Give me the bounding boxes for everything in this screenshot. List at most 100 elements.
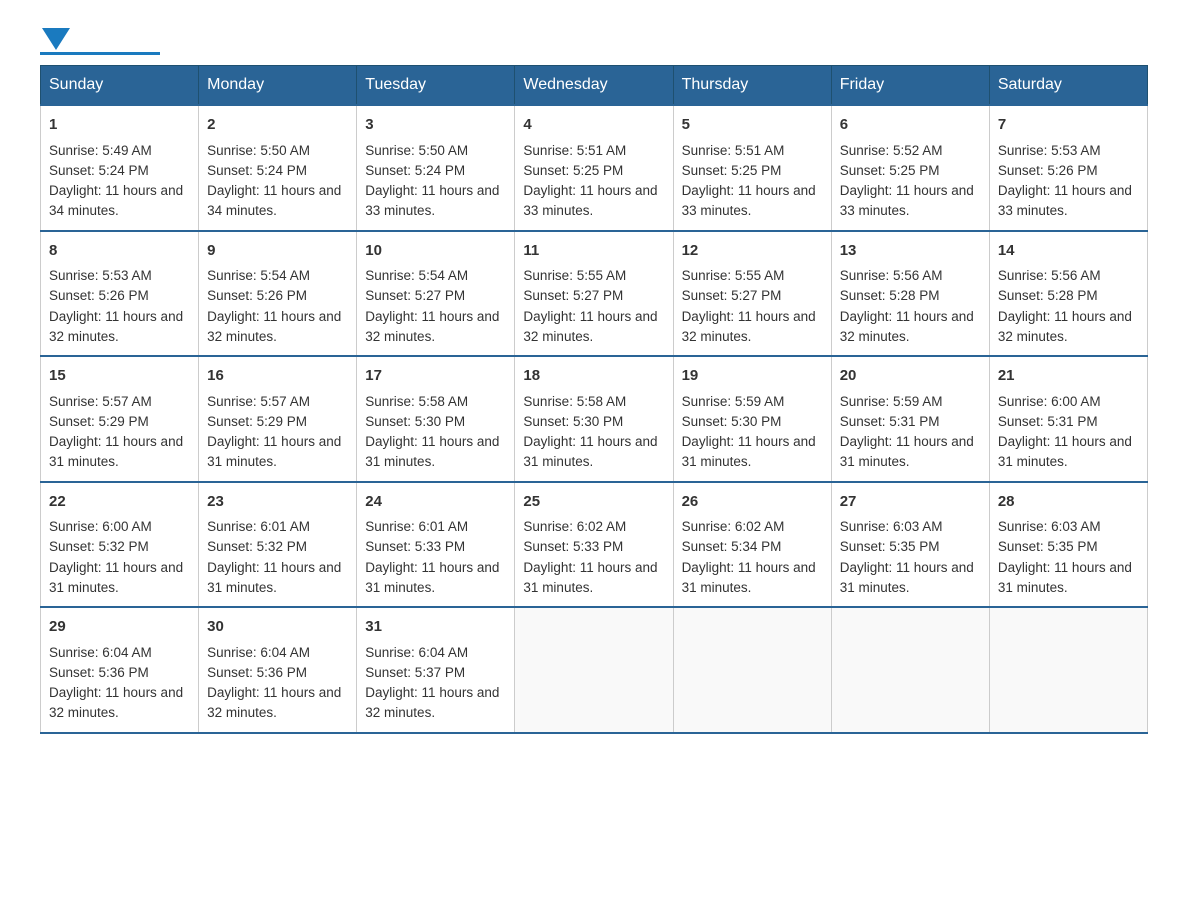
- calendar-week-row: 22 Sunrise: 6:00 AM Sunset: 5:32 PM Dayligh…: [41, 482, 1148, 608]
- daylight-text: Daylight: 11 hours and 31 minutes.: [840, 560, 974, 595]
- daylight-text: Daylight: 11 hours and 33 minutes.: [523, 183, 657, 218]
- calendar-cell: 27Sunrise: 6:03 AMSunset: 5:35 PMDayligh…: [831, 482, 989, 608]
- sunset-text: Sunset: 5:28 PM: [840, 288, 940, 303]
- sunrise-text: Sunrise: 5:50 AM: [207, 143, 310, 158]
- daylight-text: Daylight: 11 hours and 32 minutes.: [49, 685, 183, 720]
- logo-underline: [40, 52, 160, 55]
- daylight-text: Daylight: 11 hours and 32 minutes.: [998, 309, 1132, 344]
- sunset-text: Sunset: 5:26 PM: [998, 163, 1098, 178]
- calendar-cell: 11Sunrise: 5:55 AMSunset: 5:27 PMDayligh…: [515, 231, 673, 357]
- daylight-text: Daylight: 11 hours and 32 minutes.: [207, 309, 341, 344]
- calendar-cell: 25 Sunrise: 6:02 AM Sunset: 5:33 PM Dayligh…: [515, 482, 673, 608]
- daylight-text: Daylight: 11 hours and 32 minutes.: [49, 309, 183, 344]
- calendar-cell: [515, 607, 673, 733]
- daylight-text: Daylight: 11 hours and 33 minutes.: [365, 183, 499, 218]
- sunrise-text: Sunrise: 5:49 AM: [49, 143, 152, 158]
- sunrise-text: Sunrise: 5:57 AM: [49, 394, 152, 409]
- calendar-cell: 13Sunrise: 5:56 AMSunset: 5:28 PMDayligh…: [831, 231, 989, 357]
- calendar-cell: 2Sunrise: 5:50 AMSunset: 5:24 PMDaylight…: [199, 105, 357, 231]
- page-header: [40, 30, 1148, 55]
- sunset-text: Sunset: 5:32 PM: [49, 539, 149, 554]
- calendar-cell: 6Sunrise: 5:52 AMSunset: 5:25 PMDaylight…: [831, 105, 989, 231]
- calendar-cell: 17 Sunrise: 5:58 AM Sunset: 5:30 PM Dayligh…: [357, 356, 515, 482]
- day-number: 29: [49, 616, 190, 639]
- day-number: 3: [365, 114, 506, 137]
- day-number: 4: [523, 114, 664, 137]
- calendar-cell: 29Sunrise: 6:04 AMSunset: 5:36 PMDayligh…: [41, 607, 199, 733]
- calendar-header-tuesday: Tuesday: [357, 66, 515, 106]
- calendar-cell: 3Sunrise: 5:50 AMSunset: 5:24 PMDaylight…: [357, 105, 515, 231]
- daylight-text: Daylight: 11 hours and 32 minutes.: [365, 685, 499, 720]
- sunrise-text: Sunrise: 6:03 AM: [840, 519, 943, 534]
- day-number: 28: [998, 491, 1139, 514]
- daylight-text: Daylight: 11 hours and 32 minutes.: [523, 309, 657, 344]
- sunset-text: Sunset: 5:27 PM: [365, 288, 465, 303]
- sunset-text: Sunset: 5:27 PM: [682, 288, 782, 303]
- day-number: 9: [207, 240, 348, 263]
- daylight-text: Daylight: 11 hours and 31 minutes.: [998, 560, 1132, 595]
- calendar-cell: 26Sunrise: 6:02 AMSunset: 5:34 PMDayligh…: [673, 482, 831, 608]
- sunset-text: Sunset: 5:25 PM: [523, 163, 623, 178]
- sunset-text: Sunset: 5:26 PM: [207, 288, 307, 303]
- calendar-cell: 22Sunrise: 6:00 AMSunset: 5:32 PMDayligh…: [41, 482, 199, 608]
- calendar-week-row: 8Sunrise: 5:53 AMSunset: 5:26 PMDaylight…: [41, 231, 1148, 357]
- sunset-text: Sunset: 5:24 PM: [49, 163, 149, 178]
- calendar-week-row: 29 Sunrise: 6:04 AM Sunset: 5:36 PM Dayligh…: [41, 607, 1148, 733]
- sunset-text: Sunset: 5:30 PM: [365, 414, 465, 429]
- logo-arrow-icon: [42, 28, 70, 50]
- calendar-header-monday: Monday: [199, 66, 357, 106]
- sunset-text: Sunset: 5:33 PM: [523, 539, 623, 554]
- sunrise-text: Sunrise: 5:57 AM: [207, 394, 310, 409]
- sunset-text: Sunset: 5:24 PM: [207, 163, 307, 178]
- sunrise-text: Sunrise: 5:56 AM: [840, 268, 943, 283]
- day-number: 31: [365, 616, 506, 639]
- calendar-cell: 28Sunrise: 6:03 AMSunset: 5:35 PMDayligh…: [989, 482, 1147, 608]
- sunset-text: Sunset: 5:25 PM: [840, 163, 940, 178]
- calendar-table: SundayMondayTuesdayWednesdayThursdayFrid…: [40, 65, 1148, 734]
- sunset-text: Sunset: 5:30 PM: [682, 414, 782, 429]
- sunrise-text: Sunrise: 5:55 AM: [523, 268, 626, 283]
- calendar-header-saturday: Saturday: [989, 66, 1147, 106]
- daylight-text: Daylight: 11 hours and 31 minutes.: [682, 434, 816, 469]
- day-number: 25: [523, 491, 664, 514]
- day-number: 1: [49, 114, 190, 137]
- daylight-text: Daylight: 11 hours and 33 minutes.: [840, 183, 974, 218]
- sunrise-text: Sunrise: 5:51 AM: [682, 143, 785, 158]
- sunrise-text: Sunrise: 6:00 AM: [998, 394, 1101, 409]
- sunset-text: Sunset: 5:36 PM: [49, 665, 149, 680]
- sunrise-text: Sunrise: 5:56 AM: [998, 268, 1101, 283]
- day-number: 26: [682, 491, 823, 514]
- sunrise-text: Sunrise: 5:50 AM: [365, 143, 468, 158]
- calendar-cell: 24Sunrise: 6:01 AMSunset: 5:33 PMDayligh…: [357, 482, 515, 608]
- daylight-text: Daylight: 11 hours and 31 minutes.: [365, 560, 499, 595]
- sunrise-text: Sunrise: 5:55 AM: [682, 268, 785, 283]
- day-number: 22: [49, 491, 190, 514]
- sunrise-text: Sunrise: 5:54 AM: [207, 268, 310, 283]
- daylight-text: Daylight: 11 hours and 31 minutes.: [682, 560, 816, 595]
- daylight-text: Daylight: 11 hours and 31 minutes.: [207, 434, 341, 469]
- sunset-text: Sunset: 5:25 PM: [682, 163, 782, 178]
- calendar-cell: 4Sunrise: 5:51 AMSunset: 5:25 PMDaylight…: [515, 105, 673, 231]
- daylight-text: Daylight: 11 hours and 31 minutes.: [207, 560, 341, 595]
- daylight-text: Daylight: 11 hours and 31 minutes.: [49, 434, 183, 469]
- sunrise-text: Sunrise: 5:52 AM: [840, 143, 943, 158]
- sunset-text: Sunset: 5:31 PM: [998, 414, 1098, 429]
- calendar-cell: 23Sunrise: 6:01 AMSunset: 5:32 PMDayligh…: [199, 482, 357, 608]
- sunrise-text: Sunrise: 6:00 AM: [49, 519, 152, 534]
- daylight-text: Daylight: 11 hours and 31 minutes.: [523, 560, 657, 595]
- sunrise-text: Sunrise: 5:58 AM: [365, 394, 468, 409]
- sunset-text: Sunset: 5:26 PM: [49, 288, 149, 303]
- day-number: 17: [365, 365, 506, 388]
- sunset-text: Sunset: 5:35 PM: [998, 539, 1098, 554]
- calendar-cell: 12Sunrise: 5:55 AMSunset: 5:27 PMDayligh…: [673, 231, 831, 357]
- sunrise-text: Sunrise: 5:54 AM: [365, 268, 468, 283]
- sunrise-text: Sunrise: 6:02 AM: [523, 519, 626, 534]
- calendar-cell: [673, 607, 831, 733]
- calendar-cell: 9 Sunrise: 5:54 AM Sunset: 5:26 PM Daylight…: [199, 231, 357, 357]
- day-number: 2: [207, 114, 348, 137]
- sunrise-text: Sunrise: 6:04 AM: [207, 645, 310, 660]
- calendar-cell: 14Sunrise: 5:56 AMSunset: 5:28 PMDayligh…: [989, 231, 1147, 357]
- day-number: 12: [682, 240, 823, 263]
- sunset-text: Sunset: 5:37 PM: [365, 665, 465, 680]
- daylight-text: Daylight: 11 hours and 31 minutes.: [365, 434, 499, 469]
